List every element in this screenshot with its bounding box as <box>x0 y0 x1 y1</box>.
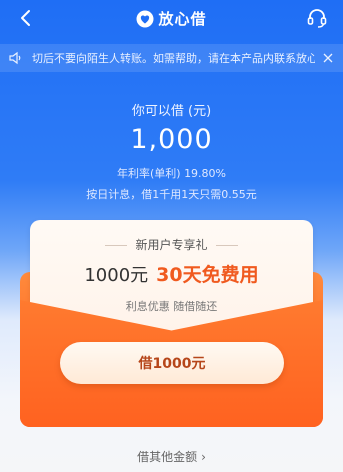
borrow-label: 你可以借 (元) <box>131 104 212 119</box>
brand-name: 放心借 <box>158 10 207 28</box>
notice-bar: 切后不要向陌生人转账。如需帮助，请在本产品内联系放心 <box>0 44 343 72</box>
promo-title: 新用户专享礼 <box>30 236 313 253</box>
other-amount-link[interactable]: 借其他金额 › <box>0 448 343 465</box>
borrow-button[interactable]: 借1000元 <box>60 342 284 384</box>
close-icon[interactable] <box>321 51 335 65</box>
chevron-right-icon: › <box>201 450 206 464</box>
top-bar: 放心借 <box>0 0 343 40</box>
customer-service-button[interactable] <box>305 6 329 30</box>
speaker-icon <box>8 50 24 66</box>
promo-amount: 1000元 <box>84 265 149 286</box>
interest-rule: 按日计息，借1千用1天只需0.55元 <box>86 188 257 201</box>
other-amount-label: 借其他金额 <box>137 450 198 464</box>
notice-text: 切后不要向陌生人转账。如需帮助，请在本产品内联系放心 <box>32 52 315 65</box>
heart-logo-icon <box>136 10 154 28</box>
promo-highlight: 30天免费用 <box>156 264 259 286</box>
headset-icon <box>307 9 327 28</box>
brand: 放心借 <box>0 8 343 29</box>
loan-amount: 1,000 <box>130 124 213 155</box>
promo-main: 1000元 30天免费用 <box>30 260 313 287</box>
annual-rate: 年利率(单利) 19.80% <box>116 167 227 180</box>
